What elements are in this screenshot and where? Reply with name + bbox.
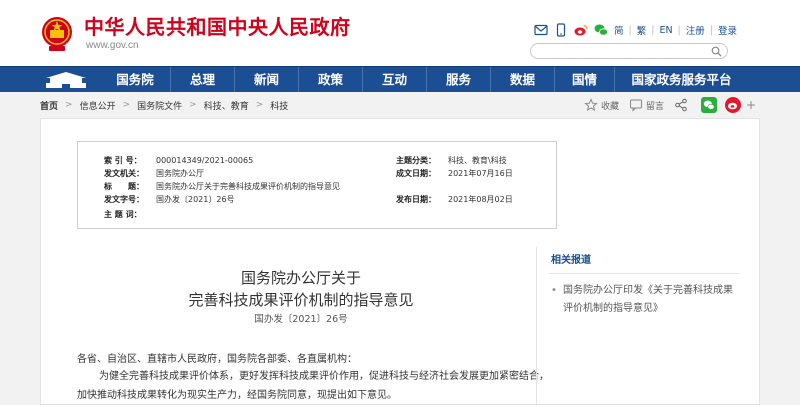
comment-icon[interactable] (629, 98, 643, 112)
breadcrumb-science[interactable]: 科技 (270, 99, 288, 112)
meta-date-value: 2021年07月16日 (448, 169, 513, 178)
divider: | (651, 24, 655, 36)
top-links: 简 | 繁 | EN | 注册 | 登录 (534, 22, 737, 38)
meta-row-index: 索 引 号： 000014349/2021-00065 主题分类： 科技、教育\… (78, 154, 556, 167)
document-number: 国办发〔2021〕26号 (254, 314, 348, 325)
bullet-icon: • (551, 285, 557, 296)
national-emblem-icon[interactable] (40, 15, 74, 53)
meta-issuer-label: 发文机关： (104, 169, 144, 178)
meta-category-value: 科技、教育\科技 (448, 156, 507, 165)
login-link[interactable]: 登录 (718, 23, 737, 37)
lang-traditional-link[interactable]: 繁 (637, 23, 647, 37)
weibo-icon (728, 102, 738, 110)
meta-docno-label: 发文字号： (104, 195, 144, 204)
more-share-button[interactable]: + (746, 98, 756, 112)
nav-item-interaction[interactable]: 互动 (362, 67, 426, 92)
breadcrumb-separator: > (65, 100, 73, 110)
document-metadata-table: 索 引 号： 000014349/2021-00065 主题分类： 科技、教育\… (77, 141, 557, 229)
mobile-icon[interactable] (554, 23, 568, 37)
meta-issuer-value: 国务院办公厅 (156, 169, 204, 178)
meta-row-title: 标 题： 国务院办公厅关于完善科技成果评价机制的指导意见 (78, 180, 556, 193)
nav-item-gov-service-platform[interactable]: 国家政务服务平台 (614, 67, 748, 92)
divider: | (628, 24, 632, 36)
share-toolbar: 收藏 留言 + (584, 96, 756, 114)
breadcrumb-sci-edu[interactable]: 科技、教育 (204, 99, 249, 112)
breadcrumb-separator: > (189, 100, 197, 110)
search-input[interactable] (530, 43, 728, 59)
breadcrumb-separator: > (122, 100, 131, 110)
meta-row-subject: 主 题 词： (78, 208, 556, 221)
mail-icon[interactable] (534, 23, 548, 37)
related-reports: 相关报道 • 国务院办公厅印发《关于完善科技成果评价机制的指导意见》 (549, 247, 739, 318)
related-report-item[interactable]: • 国务院办公厅印发《关于完善科技成果评价机制的指导意见》 (549, 282, 739, 318)
meta-title-label: 标 题： (104, 182, 144, 191)
meta-row-issuer: 发文机关： 国务院办公厅 成文日期： 2021年07月16日 (78, 167, 556, 180)
article-container: 索 引 号： 000014349/2021-00065 主题分类： 科技、教育\… (40, 118, 760, 405)
search-icon[interactable] (711, 46, 722, 57)
document-title-line1: 国务院办公厅关于 (240, 269, 361, 287)
tiananmen-home-icon[interactable] (40, 70, 92, 90)
nav-item-national-info[interactable]: 国情 (554, 67, 614, 92)
favorite-button[interactable]: 收藏 (601, 99, 619, 112)
nav-item-state-council[interactable]: 国务院 (100, 67, 170, 92)
breadcrumb-info-disclosure[interactable]: 信息公开 (80, 99, 116, 112)
breadcrumb-separator: > (255, 100, 264, 110)
related-reports-title: 相关报道 (549, 247, 739, 274)
nav-items: 国务院 总理 新闻 政策 互动 服务 数据 国情 国家政务服务平台 (100, 67, 748, 92)
document-title-line2: 完善科技成果评价机制的指导意见 (188, 291, 414, 309)
share-icon[interactable] (674, 98, 688, 112)
nav-item-policy[interactable]: 政策 (298, 67, 362, 92)
lang-english-link[interactable]: EN (659, 25, 672, 36)
meta-category-label: 主题分类： (396, 156, 436, 165)
document-title: 国务院办公厅关于 完善科技成果评价机制的指导意见 (81, 267, 521, 311)
meta-index-label: 索 引 号： (104, 156, 142, 165)
meta-pubdate-label: 发布日期： (396, 195, 436, 204)
meta-subject-label: 主 题 词： (104, 210, 142, 219)
breadcrumb-state-council-docs[interactable]: 国务院文件 (137, 99, 182, 112)
site-url: www.gov.cn (86, 40, 139, 51)
weibo-icon[interactable] (574, 23, 588, 37)
main-nav: 国务院 总理 新闻 政策 互动 服务 数据 国情 国家政务服务平台 (0, 66, 800, 92)
weibo-share-button[interactable] (725, 97, 742, 113)
nav-item-news[interactable]: 新闻 (234, 67, 298, 92)
divider: | (709, 24, 713, 36)
column-divider (536, 247, 537, 405)
meta-date-label: 成文日期： (396, 169, 436, 178)
wechat-icon (703, 100, 715, 110)
lang-simplified-link[interactable]: 简 (614, 23, 624, 37)
wechat-icon[interactable] (594, 23, 608, 37)
site-header: 中华人民共和国中央人民政府 www.gov.cn 简 | 繁 | EN | 注册… (0, 0, 800, 66)
meta-title-value: 国务院办公厅关于完善科技成果评价机制的指导意见 (156, 182, 340, 191)
nav-item-services[interactable]: 服务 (426, 67, 490, 92)
document-paragraph: 为健全完善科技成果评价体系，更好发挥科技成果评价作用，促进科技与经济社会发展更加… (77, 371, 549, 401)
nav-item-premier[interactable]: 总理 (170, 67, 234, 92)
meta-row-docno: 发文字号： 国办发〔2021〕26号 发布日期： 2021年08月02日 (78, 193, 556, 206)
divider: | (677, 24, 681, 36)
comment-button[interactable]: 留言 (646, 99, 664, 112)
meta-index-value: 000014349/2021-00065 (156, 156, 254, 165)
meta-pubdate-value: 2021年08月02日 (448, 195, 513, 204)
related-report-link[interactable]: 国务院办公厅印发《关于完善科技成果评价机制的指导意见》 (563, 285, 733, 314)
register-link[interactable]: 注册 (686, 23, 705, 37)
favorite-icon[interactable] (584, 98, 598, 112)
site-title[interactable]: 中华人民共和国中央人民政府 (84, 11, 351, 40)
document-salutation: 各省、自治区、直辖市人民政府，国务院各部委、各直属机构： (77, 354, 357, 365)
wechat-share-button[interactable] (701, 97, 718, 113)
breadcrumb-home[interactable]: 首页 (40, 99, 58, 112)
meta-docno-value: 国办发〔2021〕26号 (156, 195, 235, 204)
nav-item-data[interactable]: 数据 (490, 67, 554, 92)
